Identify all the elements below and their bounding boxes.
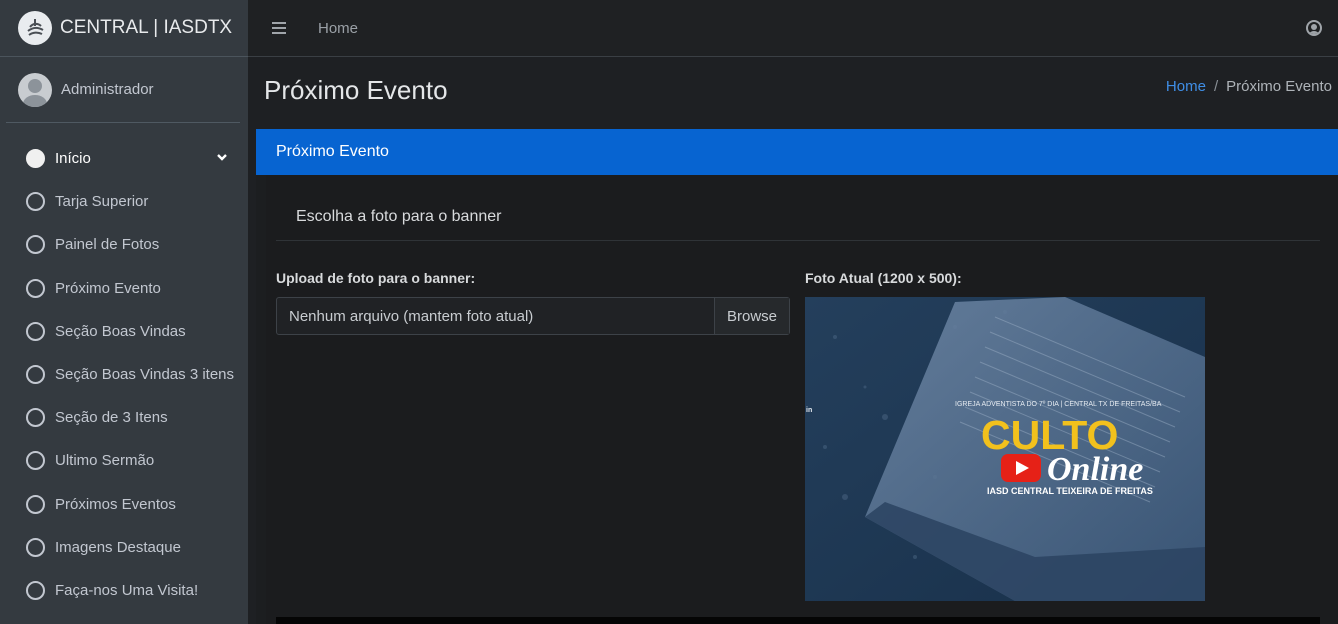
content-header: Próximo Evento Home / Próximo Evento	[248, 57, 1338, 129]
sidebar-item-label: Painel de Fotos	[55, 236, 160, 254]
sidebar-item-label: Faça-nos Uma Visita!	[55, 581, 199, 599]
divider	[276, 240, 1320, 241]
sidebar-item-label: Imagens Destaque	[55, 538, 181, 556]
user-circle-icon[interactable]	[1306, 20, 1322, 36]
circle-icon	[26, 278, 45, 298]
sidebar: CENTRAL | IASDTX Administrador Início Ta…	[0, 0, 248, 624]
sidebar-item-faca-nos-uma-visita[interactable]: Faça-nos Uma Visita!	[0, 569, 248, 612]
event-card: Próximo Evento Escolha a foto para o ban…	[256, 129, 1338, 624]
circle-icon	[26, 365, 45, 385]
banner-side-mark: in	[806, 407, 812, 414]
card-title: Próximo Evento	[276, 143, 389, 160]
youtube-icon	[1001, 454, 1041, 482]
sidebar-item-proximo-evento[interactable]: Próximo Evento	[0, 267, 248, 310]
circle-icon	[26, 408, 45, 428]
sidebar-item-label: Ultimo Sermão	[55, 452, 155, 470]
brand-title: CENTRAL | IASDTX	[60, 17, 233, 38]
current-banner-image: IGREJA ADVENTISTA DO 7º DIA | CENTRAL TX…	[805, 297, 1205, 601]
sidebar-item-secao-boas-vindas-3-itens[interactable]: Seção Boas Vindas 3 itens	[0, 353, 248, 396]
breadcrumb-current: Próximo Evento	[1226, 78, 1332, 95]
circle-icon	[26, 149, 45, 169]
banner-graphic: IGREJA ADVENTISTA DO 7º DIA | CENTRAL TX…	[805, 297, 1205, 601]
sidebar-item-secao-de-3-itens[interactable]: Seção de 3 Itens	[0, 396, 248, 439]
upload-label: Upload de foto para o banner:	[276, 270, 476, 286]
sidebar-item-proximos-eventos[interactable]: Próximos Eventos	[0, 483, 248, 526]
hamburger-menu-icon[interactable]	[272, 22, 286, 34]
church-logo-icon	[18, 11, 52, 45]
breadcrumb-home-link[interactable]: Home	[1166, 78, 1206, 95]
brand-link[interactable]: CENTRAL | IASDTX	[0, 0, 248, 57]
circle-icon	[26, 235, 45, 255]
sidebar-item-label: Tarja Superior	[55, 193, 149, 211]
sidebar-item-ultimo-sermao[interactable]: Ultimo Sermão	[0, 439, 248, 482]
sidebar-item-inicio[interactable]: Início	[0, 137, 248, 180]
browse-button[interactable]: Browse	[714, 298, 789, 334]
bottom-bar	[276, 617, 1320, 624]
breadcrumb-separator: /	[1213, 78, 1219, 95]
current-photo-label: Foto Atual (1200 x 500):	[805, 270, 962, 286]
sidebar-item-label: Seção Boas Vindas	[55, 322, 186, 340]
file-input-placeholder[interactable]: Nenhum arquivo (mantem foto atual)	[277, 298, 714, 334]
circle-icon	[26, 321, 45, 341]
card-header: Próximo Evento	[256, 129, 1338, 175]
user-panel[interactable]: Administrador	[6, 57, 240, 123]
sidebar-item-imagens-destaque[interactable]: Imagens Destaque	[0, 526, 248, 569]
circle-icon	[26, 537, 45, 557]
circle-icon	[26, 494, 45, 514]
circle-icon	[26, 451, 45, 471]
banner-church-line: IGREJA ADVENTISTA DO 7º DIA | CENTRAL TX…	[955, 401, 1162, 408]
circle-icon	[26, 580, 45, 600]
banner-script: Online	[1047, 451, 1143, 488]
banner-footer: IASD CENTRAL TEIXEIRA DE FREITAS	[987, 486, 1153, 496]
sidebar-item-tarja-superior[interactable]: Tarja Superior	[0, 180, 248, 223]
card-body: Escolha a foto para o banner Upload de f…	[266, 175, 1338, 624]
sidebar-item-painel-de-fotos[interactable]: Painel de Fotos	[0, 223, 248, 266]
top-navbar: Home	[248, 0, 1338, 57]
sidebar-item-label: Seção de 3 Itens	[55, 409, 168, 427]
breadcrumb: Home / Próximo Evento	[1166, 78, 1332, 95]
sidebar-nav: Início Tarja Superior Painel de Fotos Pr…	[0, 123, 248, 612]
form-subtitle: Escolha a foto para o banner	[296, 208, 502, 225]
sidebar-item-label: Próximo Evento	[55, 279, 161, 297]
file-input[interactable]: Nenhum arquivo (mantem foto atual) Brows…	[276, 297, 790, 335]
sidebar-item-label: Próximos Eventos	[55, 495, 176, 513]
avatar-icon	[18, 72, 52, 107]
sidebar-item-label: Início	[55, 150, 91, 168]
circle-icon	[26, 192, 45, 212]
page-title: Próximo Evento	[264, 75, 448, 105]
top-home-link[interactable]: Home	[318, 20, 358, 37]
user-name[interactable]: Administrador	[61, 81, 154, 98]
sidebar-item-secao-boas-vindas[interactable]: Seção Boas Vindas	[0, 310, 248, 353]
sidebar-item-label: Seção Boas Vindas 3 itens	[55, 366, 235, 384]
chevron-down-icon	[217, 154, 227, 161]
